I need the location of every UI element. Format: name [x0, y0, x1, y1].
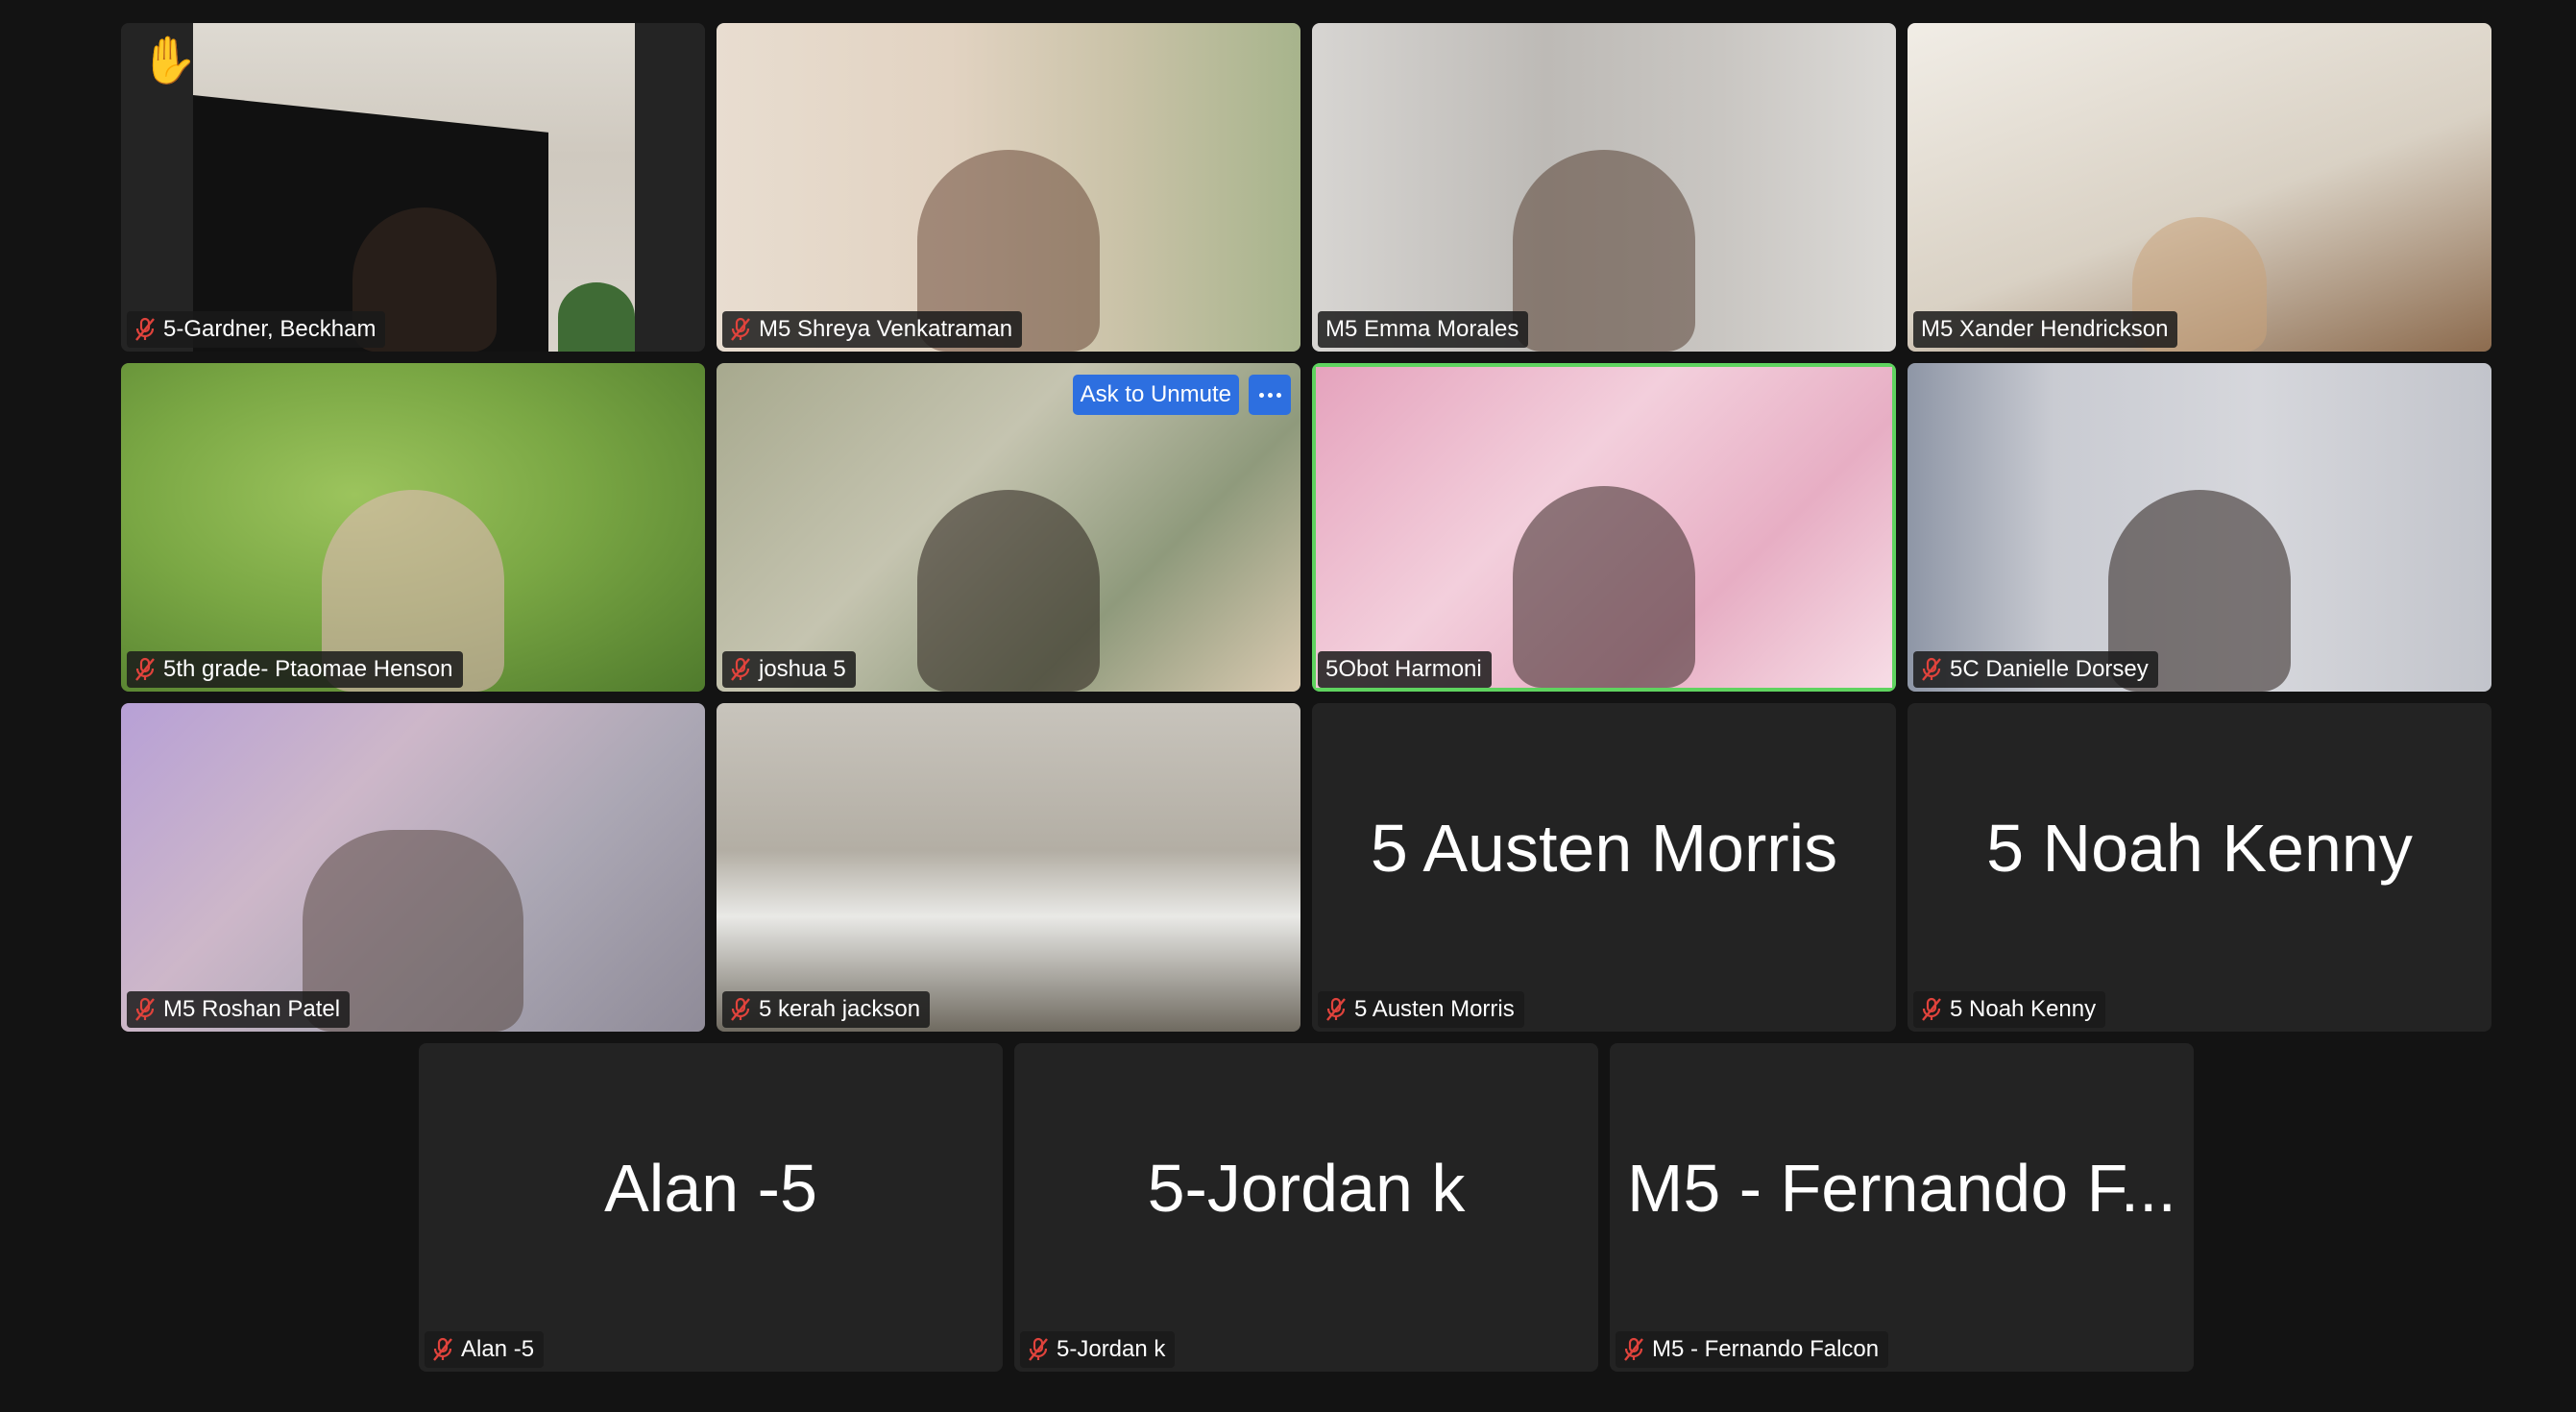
microphone-muted-icon — [1922, 997, 1941, 1021]
microphone-muted-icon — [1922, 657, 1941, 681]
participant-name-label: M5 - Fernando Falcon — [1616, 1331, 1889, 1368]
participant-name-label: M5 Shreya Venkatraman — [722, 311, 1023, 348]
participant-display-name: 5-Jordan k — [1147, 1151, 1466, 1226]
microphone-muted-icon — [135, 657, 155, 681]
participant-name: 5C Danielle Dorsey — [1950, 656, 2149, 682]
microphone-muted-icon — [1624, 1337, 1643, 1361]
microphone-muted-icon — [135, 997, 155, 1021]
participant-name-label: 5C Danielle Dorsey — [1913, 651, 2158, 688]
participant-name: M5 - Fernando Falcon — [1652, 1336, 1880, 1362]
participant-video — [121, 23, 705, 352]
participant-name: joshua 5 — [759, 656, 846, 682]
participant-display-name: M5 - Fernando F... — [1627, 1151, 2176, 1226]
participant-video — [1908, 23, 2491, 352]
participant-name: Alan -5 — [461, 1336, 535, 1362]
microphone-muted-icon — [1326, 997, 1346, 1021]
participant-name: M5 Emma Morales — [1325, 316, 1519, 342]
participant-name-label: M5 Roshan Patel — [127, 991, 351, 1028]
participant-tile[interactable]: 5th grade- Ptaomae Henson — [121, 363, 705, 692]
microphone-muted-icon — [1029, 1337, 1048, 1361]
participant-tile[interactable]: 5-Jordan k 5-Jordan k — [1014, 1043, 1598, 1372]
participant-name: M5 Xander Hendrickson — [1921, 316, 2169, 342]
participant-name-label: 5 Austen Morris — [1318, 991, 1524, 1028]
ask-to-unmute-button[interactable]: Ask to Unmute — [1072, 375, 1239, 415]
participant-tile[interactable]: 5 kerah jackson — [717, 703, 1300, 1032]
microphone-muted-icon — [731, 317, 750, 341]
participant-video — [1316, 367, 1892, 688]
participant-name: 5th grade- Ptaomae Henson — [163, 656, 453, 682]
participant-display-name: Alan -5 — [604, 1151, 817, 1226]
participant-name-label: 5-Jordan k — [1020, 1331, 1176, 1368]
participant-name-label: joshua 5 — [722, 651, 856, 688]
participant-tile-active-speaker[interactable]: 5Obot Harmoni — [1312, 363, 1896, 692]
participant-tile[interactable]: Alan -5 Alan -5 — [419, 1043, 1003, 1372]
participant-tile[interactable]: M5 Xander Hendrickson — [1908, 23, 2491, 352]
participant-name: 5 kerah jackson — [759, 996, 921, 1022]
participant-video — [1908, 363, 2491, 692]
participant-name-label: 5 kerah jackson — [722, 991, 931, 1028]
participant-tile[interactable]: M5 Roshan Patel — [121, 703, 705, 1032]
participant-video — [1312, 23, 1896, 352]
microphone-muted-icon — [731, 997, 750, 1021]
participant-name: 5-Jordan k — [1057, 1336, 1166, 1362]
microphone-muted-icon — [433, 1337, 452, 1361]
participant-tile[interactable]: 5C Danielle Dorsey — [1908, 363, 2491, 692]
participant-tile[interactable]: Ask to Unmute joshua 5 — [717, 363, 1300, 692]
more-options-button[interactable] — [1249, 375, 1291, 415]
participant-name-label: 5 Noah Kenny — [1913, 991, 2106, 1028]
participant-video — [717, 23, 1300, 352]
participant-name-label: M5 Xander Hendrickson — [1913, 311, 2178, 348]
participant-tile[interactable]: M5 - Fernando F... M5 - Fernando Falcon — [1610, 1043, 2194, 1372]
participant-name-label: 5-Gardner, Beckham — [127, 311, 386, 348]
participant-name-label: M5 Emma Morales — [1318, 311, 1529, 348]
participant-name: 5 Noah Kenny — [1950, 996, 2097, 1022]
microphone-muted-icon — [135, 317, 155, 341]
more-horizontal-icon — [1258, 392, 1281, 398]
participant-video — [121, 703, 705, 1032]
participant-name-label: 5th grade- Ptaomae Henson — [127, 651, 463, 688]
participant-name: 5-Gardner, Beckham — [163, 316, 377, 342]
participant-tile[interactable]: M5 Shreya Venkatraman — [717, 23, 1300, 352]
participant-name-label: 5Obot Harmoni — [1318, 651, 1492, 688]
participant-tile[interactable]: 5 Noah Kenny 5 Noah Kenny — [1908, 703, 2491, 1032]
participant-display-name: 5 Noah Kenny — [1986, 811, 2413, 886]
participant-tile[interactable]: 5 Austen Morris 5 Austen Morris — [1312, 703, 1896, 1032]
participant-tile[interactable]: M5 Emma Morales — [1312, 23, 1896, 352]
participant-video — [717, 703, 1300, 1032]
participant-name: M5 Roshan Patel — [163, 996, 341, 1022]
microphone-muted-icon — [731, 657, 750, 681]
participant-tile[interactable]: ✋ 5-Gardner, Beckham — [121, 23, 705, 352]
participant-name: 5 Austen Morris — [1354, 996, 1515, 1022]
participant-name-label: Alan -5 — [425, 1331, 545, 1368]
raised-hand-icon: ✋ — [140, 36, 198, 86]
participant-name: 5Obot Harmoni — [1325, 656, 1482, 682]
participant-display-name: 5 Austen Morris — [1370, 811, 1838, 886]
participant-video — [121, 363, 705, 692]
participant-name: M5 Shreya Venkatraman — [759, 316, 1013, 342]
